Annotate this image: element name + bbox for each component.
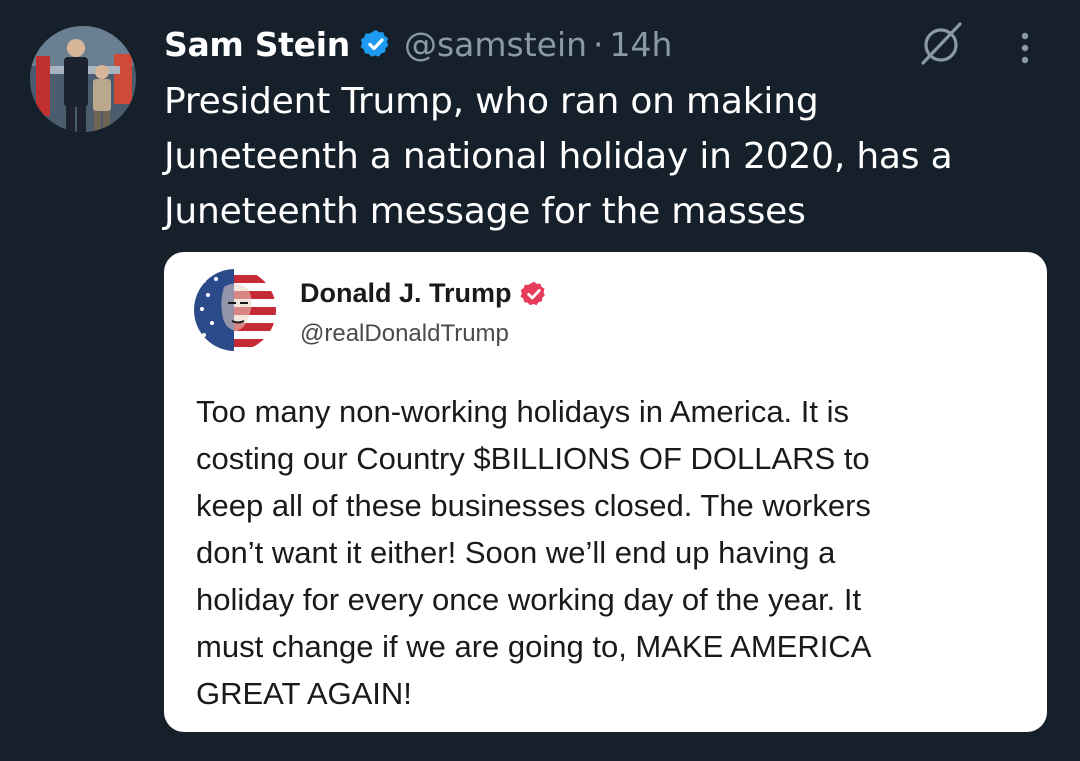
quoted-text-line: Too many non-working holidays in America… bbox=[196, 394, 850, 429]
timestamp[interactable]: 14h bbox=[610, 25, 673, 64]
quoted-post-header: Donald J. Trump bbox=[300, 278, 548, 309]
verified-badge-icon bbox=[360, 30, 389, 57]
quoted-text-line: costing our Country $BILLIONS OF DOLLARS… bbox=[196, 441, 870, 476]
person-photo-avatar bbox=[30, 26, 136, 132]
verified-badge-icon bbox=[520, 281, 545, 305]
tweet-text: President Trump, who ran on making Junet… bbox=[164, 74, 1044, 239]
quoted-post-text: Too many non-working holidays in America… bbox=[196, 388, 1026, 717]
more-icon[interactable] bbox=[1010, 28, 1040, 68]
quoted-text-line: holiday for every once working day of th… bbox=[196, 582, 862, 617]
separator-dot: · bbox=[593, 24, 604, 64]
quoted-author-handle[interactable]: @realDonaldTrump bbox=[300, 320, 509, 348]
quoted-text-line: don’t want it either! Soon we’ll end up … bbox=[196, 535, 836, 570]
tweet-text-line: Juneteenth message for the masses bbox=[164, 191, 806, 232]
quoted-text-line: must change if we are going to, MAKE AME… bbox=[196, 629, 872, 664]
tweet-text-line: Juneteenth a national holiday in 2020, h… bbox=[164, 136, 953, 177]
flag-portrait-avatar bbox=[194, 269, 276, 351]
quoted-post-avatar[interactable] bbox=[194, 269, 276, 351]
grok-icon[interactable] bbox=[916, 20, 966, 70]
quoted-post-card[interactable]: Donald J. Trump @realDonaldTrump Too man… bbox=[164, 252, 1047, 732]
author-name[interactable]: Sam Stein bbox=[164, 25, 350, 64]
tweet[interactable]: Sam Stein @samstein · 14h President Trum… bbox=[0, 0, 1080, 761]
tweet-header: Sam Stein @samstein · 14h bbox=[164, 20, 672, 68]
quoted-author-name[interactable]: Donald J. Trump bbox=[300, 278, 512, 309]
author-handle[interactable]: @samstein bbox=[404, 25, 587, 64]
avatar[interactable] bbox=[30, 26, 136, 132]
tweet-text-line: President Trump, who ran on making bbox=[164, 81, 819, 122]
quoted-text-line: keep all of these businesses closed. The… bbox=[196, 488, 871, 523]
quoted-text-line: GREAT AGAIN! bbox=[196, 676, 412, 711]
